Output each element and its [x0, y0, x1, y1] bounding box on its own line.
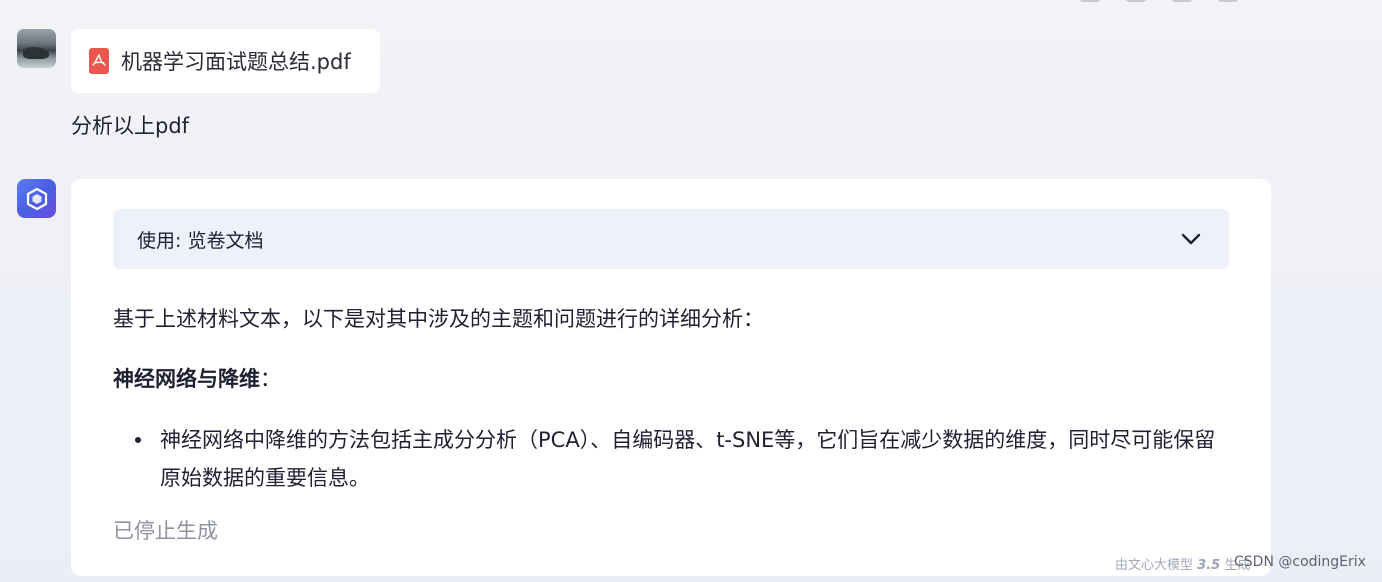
assistant-response-card: 使用: 览卷文档 基于上述材料文本，以下是对其中涉及的主题和问题进行的详细分析：… — [71, 179, 1271, 576]
model-attribution: 由文心大模型 3.5 生成 — [1115, 554, 1250, 573]
attachment-file-name: 机器学习面试题总结.pdf — [121, 50, 351, 74]
pdf-icon — [89, 48, 109, 74]
bullet-list: 神经网络中降维的方法包括主成分分析（PCA）、自编码器、t-SNE等，它们旨在减… — [113, 421, 1233, 497]
response-intro: 基于上述材料文本，以下是对其中涉及的主题和问题进行的详细分析： — [113, 307, 764, 331]
toolbar-icon[interactable] — [1080, 0, 1100, 2]
chevron-down-icon[interactable] — [1181, 233, 1201, 245]
generation-status: 已停止生成 — [113, 519, 218, 543]
watermark: CSDN @codingErix — [1234, 554, 1366, 570]
section-title: 神经网络与降维 — [113, 367, 260, 391]
toolbar-icon[interactable] — [1126, 0, 1146, 2]
section-heading: 神经网络与降维： — [113, 363, 281, 393]
user-message-text: 分析以上pdf — [71, 114, 190, 138]
assistant-avatar-icon — [17, 179, 56, 218]
section-title-suffix: ： — [260, 367, 281, 391]
pdf-attachment-card[interactable]: 机器学习面试题总结.pdf — [71, 29, 380, 93]
toolbar-icon[interactable] — [1218, 0, 1238, 2]
list-item: 神经网络中降维的方法包括主成分分析（PCA）、自编码器、t-SNE等，它们旨在减… — [113, 421, 1233, 497]
user-avatar — [17, 29, 56, 68]
tool-usage-label: 使用: 览卷文档 — [137, 229, 264, 252]
message-toolbar — [1080, 0, 1238, 2]
tool-usage-panel[interactable]: 使用: 览卷文档 — [113, 209, 1229, 269]
toolbar-icon[interactable] — [1172, 0, 1192, 2]
model-version: 3.5 — [1197, 558, 1221, 573]
model-prefix: 由文心大模型 — [1115, 558, 1194, 573]
